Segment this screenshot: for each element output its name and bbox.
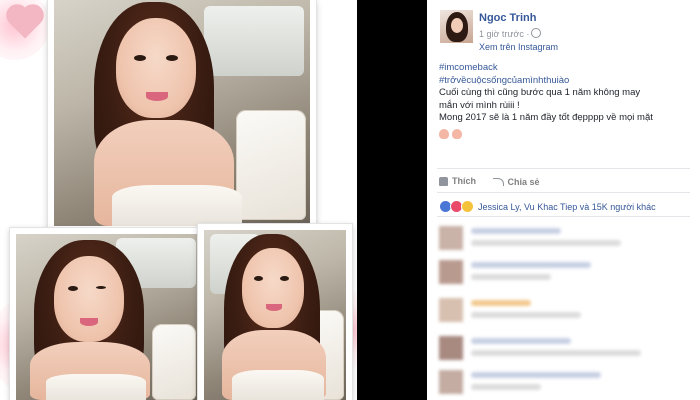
post-body: #imcomeback #trởvềcuộcsốngcủamìnhthuiào … (439, 62, 689, 125)
emoji-icon (452, 129, 462, 139)
handbag (236, 110, 306, 220)
post-timestamp[interactable]: 1 giờ trước · (479, 28, 542, 39)
author-name[interactable]: Ngoc Trinh (479, 12, 536, 24)
main-photo[interactable] (54, 0, 310, 226)
post-text-line: mắn với mình rùiii ! (439, 99, 520, 111)
photo-collage[interactable] (0, 0, 357, 400)
comment-item[interactable] (439, 224, 689, 254)
hashtag-link[interactable]: #trởvềcuộcsốngcủamìnhthuiào (439, 75, 689, 88)
emoji-row (439, 126, 465, 144)
divider (437, 216, 690, 217)
thumbs-up-icon (439, 176, 448, 186)
share-icon (492, 177, 504, 186)
bottom-left-photo-frame (10, 228, 204, 400)
author-avatar[interactable] (440, 10, 473, 43)
view-on-instagram-link[interactable]: Xem trên Instagram (479, 42, 558, 52)
globe-icon (531, 28, 542, 38)
bottom-right-photo-frame (198, 224, 352, 400)
like-button[interactable]: Thích (439, 176, 476, 186)
share-button[interactable]: Chia sẻ (492, 176, 540, 187)
bottom-right-photo[interactable] (204, 230, 346, 400)
comment-item[interactable] (439, 368, 689, 398)
comment-item[interactable] (439, 334, 689, 364)
post-time-text: 1 giờ trước · (479, 29, 530, 39)
emoji-icon (439, 129, 449, 139)
divider (437, 168, 690, 169)
reactions-text: Jessica Ly, Vu Khac Tiep và 15K người kh… (478, 201, 656, 212)
comment-item[interactable] (439, 258, 689, 288)
action-bar: Thích Chia sẻ (439, 176, 554, 188)
comment-item[interactable] (439, 296, 689, 326)
hashtag-link[interactable]: #imcomeback (439, 62, 689, 75)
post-text-line: Cuối cùng thì cũng bước qua 1 năm không … (439, 87, 641, 98)
share-label: Chia sẻ (507, 176, 540, 187)
post-text-line: Mong 2017 sẽ là 1 năm đầy tốt đẹpppp về … (439, 112, 653, 123)
divider (437, 192, 690, 193)
main-photo-frame (48, 0, 316, 232)
post-panel: Ngoc Trinh 1 giờ trước · Xem trên Instag… (427, 0, 700, 400)
bottom-left-photo[interactable] (16, 234, 198, 400)
like-label: Thích (452, 176, 476, 186)
haha-reaction-icon (461, 200, 474, 213)
reactions-summary[interactable]: Jessica Ly, Vu Khac Tiep và 15K người kh… (439, 200, 656, 213)
